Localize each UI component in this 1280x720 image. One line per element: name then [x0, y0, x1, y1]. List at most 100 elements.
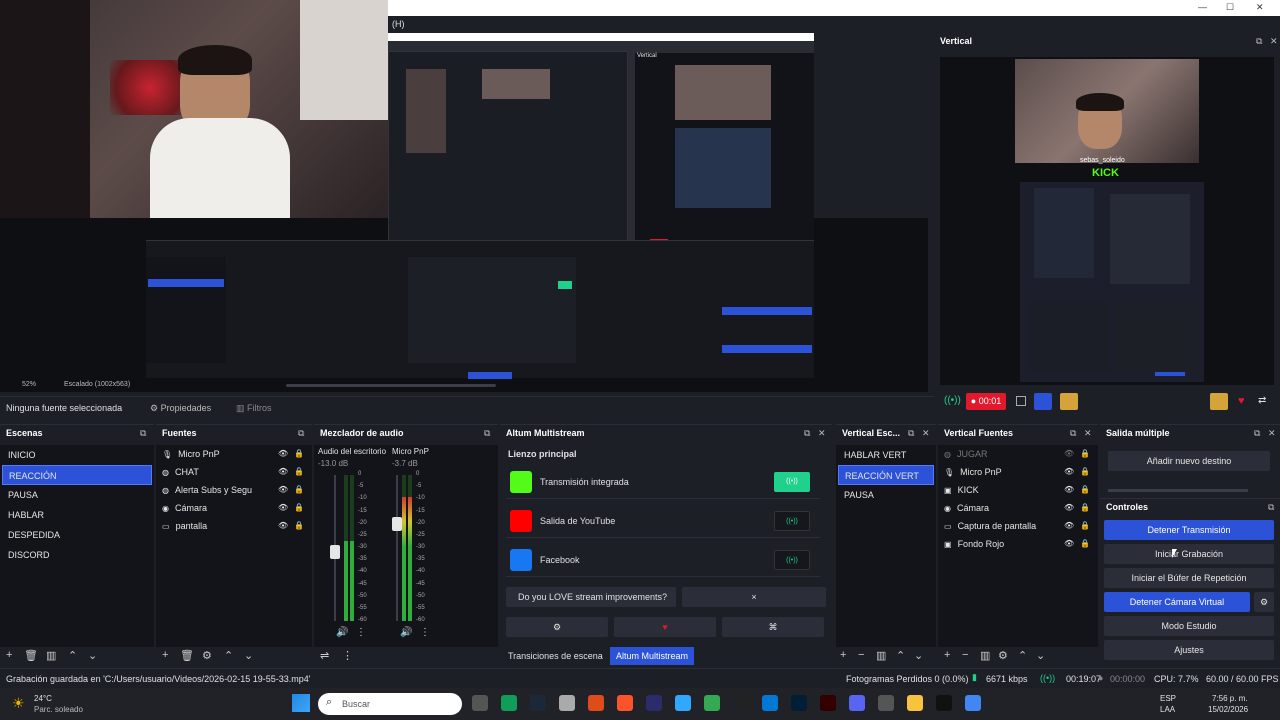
source-item[interactable]: 🎙 Micro PnP 👁 🔒 — [938, 463, 1098, 481]
popout-icon[interactable]: ⧉ — [1256, 33, 1262, 50]
scene-item[interactable]: REACCIÓN — [2, 465, 152, 485]
popout-icon[interactable]: ⧉ — [298, 425, 304, 442]
clock-date[interactable]: 15/02/2026 — [1208, 705, 1248, 714]
pause-icon[interactable] — [1016, 396, 1026, 406]
eye-icon[interactable]: 👁 — [1064, 463, 1074, 481]
trash-icon[interactable]: 🗑 — [24, 649, 38, 662]
volume-handle[interactable] — [330, 545, 340, 559]
heart-icon[interactable]: ♥ — [1238, 395, 1245, 407]
taskview-icon[interactable] — [472, 695, 488, 711]
volume-slider[interactable] — [396, 475, 398, 621]
minus-icon[interactable]: − — [858, 649, 864, 661]
chevron-up-icon[interactable]: ⌃ — [1018, 649, 1027, 662]
chrome-icon[interactable] — [704, 695, 720, 711]
eye-icon[interactable]: 👁 — [278, 499, 288, 517]
keyboard-layout[interactable]: LAA — [1160, 705, 1175, 714]
popout-icon[interactable]: ⧉ — [804, 425, 810, 442]
source-item[interactable]: ◍ JUGAR 👁 🔒 — [938, 445, 1098, 463]
start-icon[interactable] — [292, 694, 310, 712]
eye-icon[interactable]: 👁 — [1064, 445, 1074, 463]
weather-icon[interactable]: ☀ — [12, 695, 25, 712]
gear-icon[interactable]: ⚙ — [998, 649, 1008, 662]
menu-icon[interactable]: ⋮ — [342, 649, 353, 662]
lock-icon[interactable]: 🔒 — [1080, 445, 1090, 463]
link-icon[interactable]: ⇄ — [1258, 395, 1266, 406]
after-effects-icon[interactable] — [646, 695, 662, 711]
chevron-down-icon[interactable]: ⌄ — [244, 649, 253, 662]
source-item[interactable]: ▭ Captura de pantalla 👁 🔒 — [938, 517, 1098, 535]
scene-item[interactable]: PAUSA — [838, 485, 934, 505]
popout-icon[interactable]: ⧉ — [1254, 425, 1260, 442]
brave-icon[interactable] — [617, 695, 633, 711]
maximize-button[interactable]: ☐ — [1226, 2, 1234, 13]
close-window-button[interactable]: ✕ — [1256, 2, 1264, 13]
scene-item[interactable]: DESPEDIDA — [2, 525, 152, 545]
filter-icon[interactable]: ▥ — [876, 649, 886, 662]
lock-icon[interactable]: 🔒 — [294, 499, 304, 517]
source-item[interactable]: ▣ KICK 👁 🔒 — [938, 481, 1098, 499]
destination-toggle[interactable]: ((•)) — [774, 472, 810, 492]
steam-icon[interactable] — [530, 695, 546, 711]
scene-item[interactable]: HABLAR — [2, 505, 152, 525]
popout-icon[interactable]: ⧉ — [484, 425, 490, 442]
eye-icon[interactable]: 👁 — [1064, 481, 1074, 499]
settings-button[interactable]: Ajustes — [1104, 640, 1274, 660]
lock-icon[interactable]: 🔒 — [294, 481, 304, 499]
premiere-icon[interactable] — [675, 695, 691, 711]
settings-icon[interactable] — [1210, 393, 1228, 410]
scene-item[interactable]: HABLAR VERT — [838, 445, 934, 465]
lock-icon[interactable]: 🔒 — [294, 463, 304, 481]
eye-icon[interactable]: 👁 — [278, 445, 288, 463]
eye-icon[interactable]: 👁 — [278, 481, 288, 499]
scene-item[interactable]: REACCIÓN VERT — [838, 465, 934, 485]
chevron-up-icon[interactable]: ⌃ — [224, 649, 233, 662]
add-icon[interactable]: + — [840, 649, 846, 661]
chevron-down-icon[interactable]: ⌄ — [914, 649, 923, 662]
chevron-up-icon[interactable]: ⌃ — [68, 649, 77, 662]
source-item[interactable]: ◍ Alerta Subs y Segu 👁 🔒 — [156, 481, 312, 499]
add-icon[interactable]: + — [162, 649, 168, 661]
gear-icon[interactable]: ⚙ — [202, 649, 212, 662]
tiktok-icon[interactable] — [936, 695, 952, 711]
properties-button[interactable]: ⚙ Propiedades — [150, 403, 211, 414]
scene-item[interactable]: PAUSA — [2, 485, 152, 505]
clock-time[interactable]: 7:56 p. m. — [1212, 694, 1248, 703]
menu-icon[interactable]: ⋮ — [420, 627, 430, 638]
close-icon[interactable]: ✕ — [1084, 425, 1092, 442]
preview-scrollbar[interactable] — [286, 384, 496, 387]
photoshop-icon[interactable] — [791, 695, 807, 711]
illustrator-icon[interactable] — [820, 695, 836, 711]
add-icon[interactable]: + — [6, 649, 12, 661]
chrome-icon[interactable] — [965, 695, 981, 711]
feedback-dismiss[interactable]: × — [682, 587, 826, 607]
replay-icon[interactable] — [1034, 393, 1052, 410]
obs-icon[interactable] — [878, 695, 894, 711]
link-icon[interactable]: ⇌ — [320, 649, 329, 662]
stop-stream-button[interactable]: Detener Transmisión — [1104, 520, 1274, 540]
popout-icon[interactable]: ⧉ — [908, 425, 914, 442]
popout-icon[interactable]: ⧉ — [1268, 499, 1274, 516]
speaker-icon[interactable]: 🔊 — [336, 627, 348, 638]
source-item[interactable]: ◉ Cámara 👁 🔒 — [938, 499, 1098, 517]
minus-icon[interactable]: − — [962, 649, 968, 661]
start-recording-button[interactable]: Iniciar Grabación — [1104, 544, 1274, 564]
heart-button[interactable]: ♥ — [614, 617, 716, 637]
close-icon[interactable]: ✕ — [1270, 33, 1278, 50]
add-destination-button[interactable]: Añadir nuevo destino — [1108, 451, 1270, 471]
studio-mode-button[interactable]: Modo Estudio — [1104, 616, 1274, 636]
source-item[interactable]: 🎙 Micro PnP 👁 🔒 — [156, 445, 312, 463]
virtual-camera-settings-button[interactable]: ⚙ — [1254, 592, 1274, 612]
explorer-icon[interactable] — [907, 695, 923, 711]
filter-icon[interactable]: ▥ — [46, 649, 56, 662]
close-icon[interactable]: ✕ — [1268, 425, 1276, 442]
close-icon[interactable]: ✕ — [818, 425, 826, 442]
scene-item[interactable]: DISCORD — [2, 545, 152, 565]
destination-toggle[interactable]: ((•)) — [774, 511, 810, 531]
chevron-down-icon[interactable]: ⌄ — [1036, 649, 1045, 662]
speaker-icon[interactable]: 🔊 — [400, 627, 412, 638]
edge-icon[interactable] — [762, 695, 778, 711]
destination-toggle[interactable]: ((•)) — [774, 550, 810, 570]
stream-status-icon[interactable]: ((•)) — [944, 395, 961, 407]
capcut-icon[interactable] — [733, 695, 749, 711]
eye-icon[interactable]: 👁 — [278, 463, 288, 481]
